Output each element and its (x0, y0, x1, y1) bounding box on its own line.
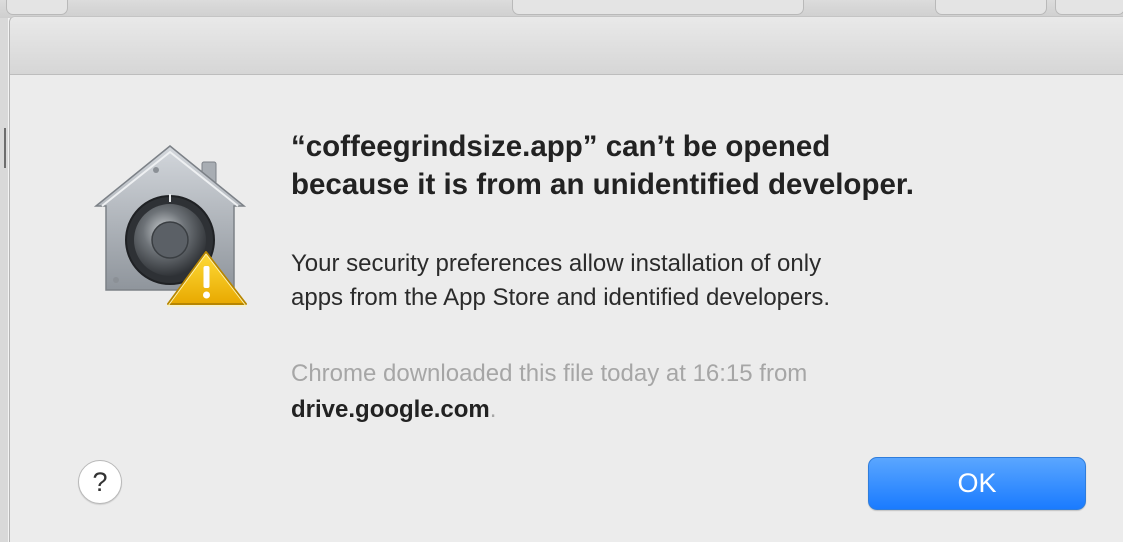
ok-button[interactable]: OK (868, 457, 1086, 510)
dialog-message-line: apps from the App Store and identified d… (291, 284, 831, 311)
dialog-message-line: Your security preferences allow installa… (291, 250, 822, 277)
download-source-suffix: . (489, 396, 497, 423)
dialog-title-line: “coffeegrindsize.app” can’t be opened (291, 130, 831, 163)
dialog-title-bar (10, 17, 1123, 75)
alert-dialog: “coffeegrindsize.app” can’t be opened be… (9, 16, 1123, 542)
gatekeeper-house-icon (93, 145, 247, 307)
help-button[interactable]: ? (78, 460, 122, 504)
dialog-title: “coffeegrindsize.app” can’t be opened be… (291, 128, 1091, 204)
dialog-message: Your security preferences allow installa… (291, 247, 1091, 315)
background-tab (935, 0, 1047, 15)
download-source-line: Chrome downloaded this file today at 16:… (291, 360, 808, 387)
background-tab (512, 0, 804, 15)
background-tab (6, 0, 68, 15)
background-window-edge (0, 18, 8, 542)
download-source-line: drive.google.com. (291, 392, 1091, 428)
gatekeeper-warning-icon (88, 140, 258, 310)
download-source-domain: drive.google.com (291, 396, 490, 423)
dialog-title-line: because it is from an unidentified devel… (291, 168, 914, 201)
background-tab (1055, 0, 1123, 15)
download-source-info: Chrome downloaded this file today at 16:… (291, 356, 1091, 428)
screen: “coffeegrindsize.app” can’t be opened be… (0, 0, 1123, 542)
